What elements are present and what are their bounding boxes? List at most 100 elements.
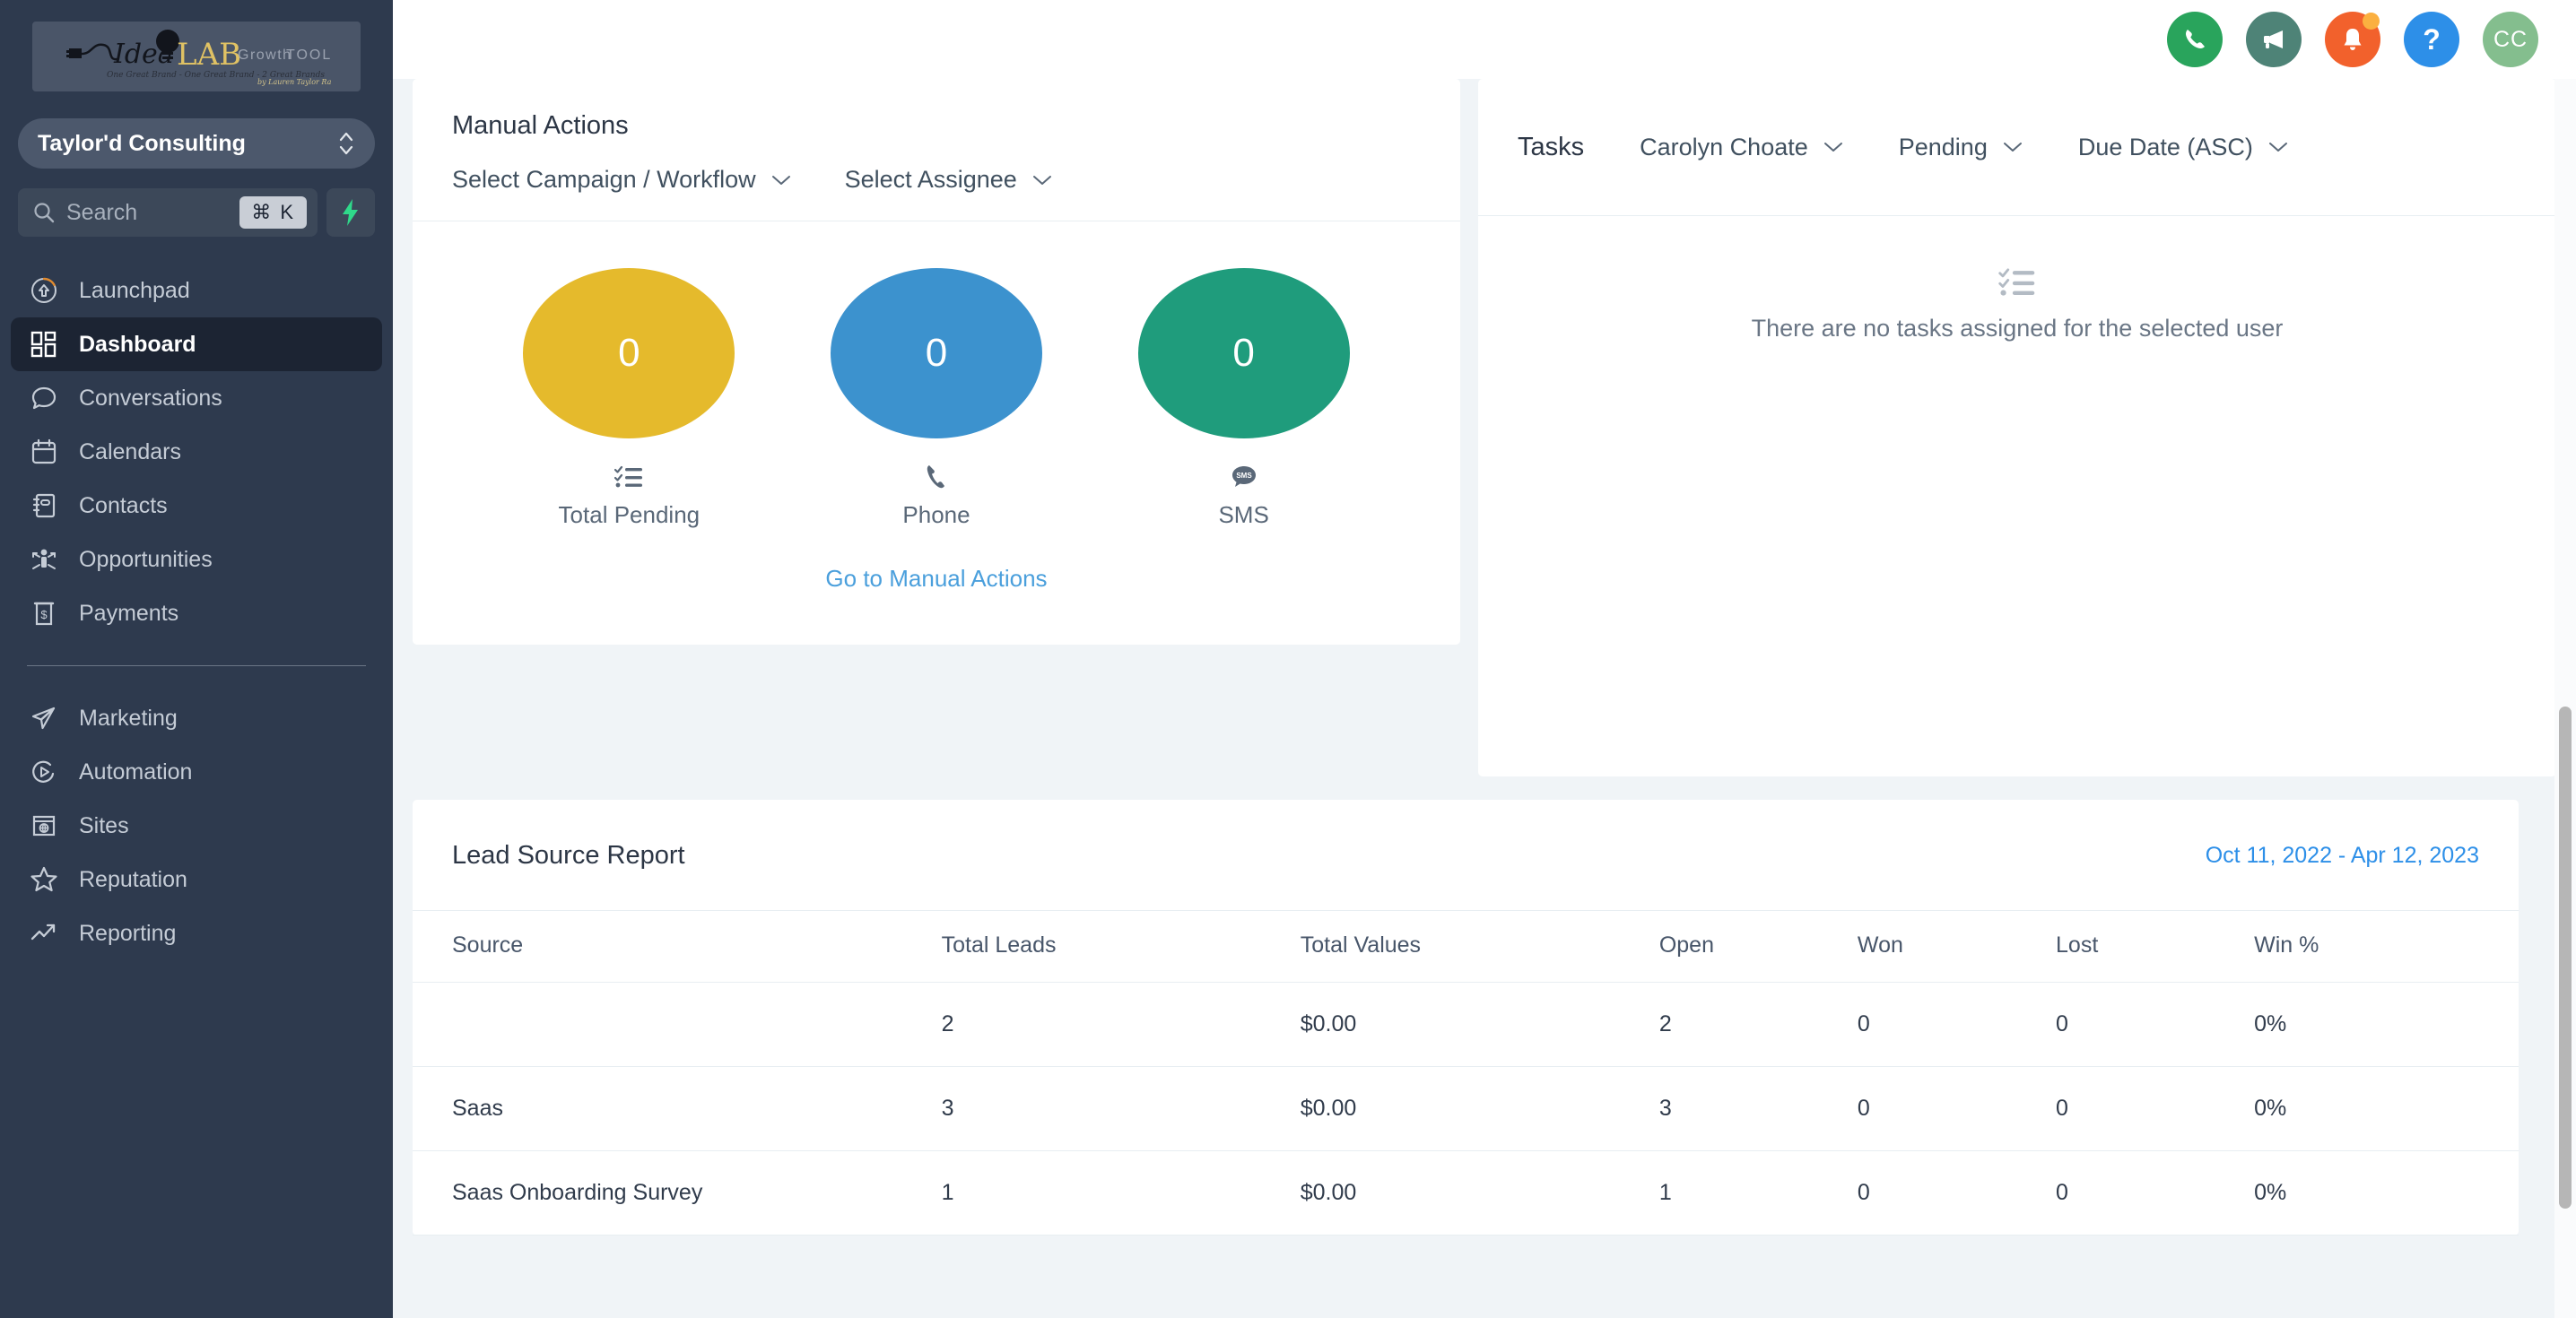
- select-assignee-dropdown[interactable]: Select Assignee: [845, 166, 1052, 194]
- brand-logo[interactable]: Idea LAB Growth TOOLS One Great Brand - …: [32, 22, 361, 91]
- dropdown-label: Carolyn Choate: [1640, 133, 1808, 160]
- table-row[interactable]: 2 $0.00 2 0 0 0%: [413, 982, 2519, 1067]
- tasks-empty-message: There are no tasks assigned for the sele…: [1751, 315, 2284, 342]
- chevron-down-icon: [771, 175, 790, 185]
- sidebar-item-automation[interactable]: Automation: [11, 745, 382, 799]
- sidebar-item-calendars[interactable]: Calendars: [11, 425, 382, 479]
- sms-bubble[interactable]: 0: [1137, 268, 1350, 438]
- manual-actions-metrics: 0 Total Pending 0 Phone 0 SMS SMS: [413, 221, 1460, 538]
- date-range-picker[interactable]: Oct 11, 2022 - Apr 12, 2023: [2206, 843, 2479, 869]
- table-header-row: Source Total Leads Total Values Open Won…: [413, 910, 2519, 983]
- table-body: 2 $0.00 2 0 0 0% Saas 3 $0.00 3 0 0 0% S…: [413, 982, 2519, 1236]
- sidebar-item-reputation[interactable]: Reputation: [11, 853, 382, 906]
- notification-badge: [2363, 13, 2380, 30]
- go-to-manual-actions-link[interactable]: Go to Manual Actions: [825, 565, 1047, 592]
- help-icon: ?: [2423, 22, 2441, 56]
- sidebar-item-reporting[interactable]: Reporting: [11, 906, 382, 960]
- checklist-icon: [521, 462, 736, 492]
- cell-win-pct: 0%: [2254, 1066, 2519, 1151]
- cell-win-pct: 0%: [2254, 982, 2519, 1067]
- sidebar-item-conversations[interactable]: Conversations: [11, 371, 382, 425]
- dashboard-grid-icon: [29, 329, 59, 360]
- phone-button[interactable]: [2167, 12, 2223, 67]
- tasks-header: Tasks Carolyn Choate Pending Due Date (A…: [1478, 79, 2556, 215]
- chevron-down-icon: [1032, 175, 1051, 185]
- chevron-down-icon: [2003, 143, 2022, 152]
- announcements-button[interactable]: [2246, 12, 2302, 67]
- browser-globe-icon: [29, 811, 59, 841]
- sidebar-item-label: Opportunities: [79, 546, 213, 572]
- table-row[interactable]: Saas Onboarding Survey 1 $0.00 1 0 0 0%: [413, 1150, 2519, 1236]
- tasks-status-dropdown[interactable]: Pending: [1899, 134, 2023, 161]
- sidebar-nav-primary: Launchpad Dashboard Conversations Calend…: [0, 264, 393, 960]
- sidebar-item-contacts[interactable]: Contacts: [11, 479, 382, 533]
- chevron-down-icon: [1823, 143, 1842, 152]
- top-panels-row: Manual Actions Select Campaign / Workflo…: [413, 79, 2556, 776]
- sidebar-item-label: Launchpad: [79, 277, 190, 303]
- sidebar-item-launchpad[interactable]: Launchpad: [11, 264, 382, 317]
- metric-total-pending: 0 Total Pending: [521, 268, 736, 529]
- manual-actions-header: Manual Actions Select Campaign / Workflo…: [413, 79, 1460, 221]
- play-circle-icon: [29, 757, 59, 787]
- svg-text:$: $: [40, 608, 48, 621]
- sidebar-item-marketing[interactable]: Marketing: [11, 691, 382, 745]
- bolt-icon: [343, 199, 358, 226]
- metric-value: 0: [618, 331, 640, 375]
- column-header-total-leads: Total Leads: [941, 910, 1301, 983]
- svg-text:SMS: SMS: [1236, 472, 1252, 480]
- sidebar-item-dashboard[interactable]: Dashboard: [11, 317, 382, 371]
- cell-total-leads: 3: [941, 1066, 1301, 1151]
- notifications-button[interactable]: [2325, 12, 2380, 67]
- metric-label: Total Pending: [558, 501, 701, 528]
- sidebar-item-label: Payments: [79, 600, 179, 626]
- manual-actions-filters: Select Campaign / Workflow Select Assign…: [452, 166, 1421, 194]
- avatar[interactable]: CC: [2483, 12, 2538, 67]
- dropdown-label: Select Assignee: [844, 166, 1017, 193]
- sidebar-item-label: Contacts: [79, 492, 168, 518]
- tasks-assignee-dropdown[interactable]: Carolyn Choate: [1640, 134, 1843, 161]
- trend-up-icon: [29, 918, 59, 949]
- select-campaign-workflow-dropdown[interactable]: Select Campaign / Workflow: [452, 166, 791, 194]
- metric-phone: 0 Phone: [829, 268, 1044, 529]
- search-icon: [34, 203, 55, 223]
- checklist-icon: [1478, 266, 2556, 299]
- total-pending-bubble[interactable]: 0: [523, 268, 735, 438]
- phone-bubble[interactable]: 0: [830, 268, 1042, 438]
- paper-plane-icon: [29, 703, 59, 733]
- cell-open: 2: [1658, 982, 1858, 1067]
- workspace-switcher[interactable]: Taylor'd Consulting: [18, 118, 375, 169]
- sidebar-item-payments[interactable]: $ Payments: [11, 586, 382, 640]
- table-row[interactable]: Saas 3 $0.00 3 0 0 0%: [413, 1066, 2519, 1151]
- search-input[interactable]: Search ⌘ K: [18, 188, 318, 237]
- workspace-name: Taylor'd Consulting: [38, 130, 246, 156]
- sidebar-item-label: Dashboard: [79, 331, 196, 357]
- help-button[interactable]: ?: [2404, 12, 2459, 67]
- sidebar-item-opportunities[interactable]: Opportunities: [11, 533, 382, 586]
- app-root: Idea LAB Growth TOOLS One Great Brand - …: [0, 0, 2576, 1318]
- cell-won: 0: [1857, 1066, 2057, 1151]
- cell-open: 1: [1658, 1150, 1858, 1236]
- main-area: ? CC Manual Actions Select Campaign / Wo…: [393, 0, 2576, 1318]
- column-header-source: Source: [413, 910, 942, 983]
- calendar-icon: [29, 437, 59, 467]
- scrollbar-thumb[interactable]: [2559, 707, 2572, 1209]
- svg-text:Growth: Growth: [238, 48, 292, 63]
- sidebar-divider: [27, 665, 366, 666]
- sidebar-item-label: Sites: [79, 812, 129, 838]
- cell-total-leads: 1: [941, 1150, 1301, 1236]
- quick-action-button[interactable]: [326, 188, 375, 237]
- cell-open: 3: [1658, 1066, 1858, 1151]
- cell-source: Saas: [413, 1066, 942, 1151]
- cell-lost: 0: [2056, 982, 2255, 1067]
- sms-bubble-icon: SMS: [1136, 462, 1352, 492]
- top-bar: ? CC: [393, 0, 2576, 79]
- chevron-up-down-icon: [339, 132, 353, 155]
- svg-text:TOOLS: TOOLS: [286, 48, 331, 63]
- sidebar-item-sites[interactable]: Sites: [11, 799, 382, 853]
- tasks-sort-dropdown[interactable]: Due Date (ASC): [2078, 134, 2288, 161]
- metric-label: Phone: [902, 501, 970, 528]
- vertical-scrollbar[interactable]: [2554, 79, 2576, 1318]
- cell-total-values: $0.00: [1300, 1066, 1659, 1151]
- column-header-total-values: Total Values: [1300, 910, 1659, 983]
- content-scroll-area: Manual Actions Select Campaign / Workflo…: [393, 79, 2576, 1318]
